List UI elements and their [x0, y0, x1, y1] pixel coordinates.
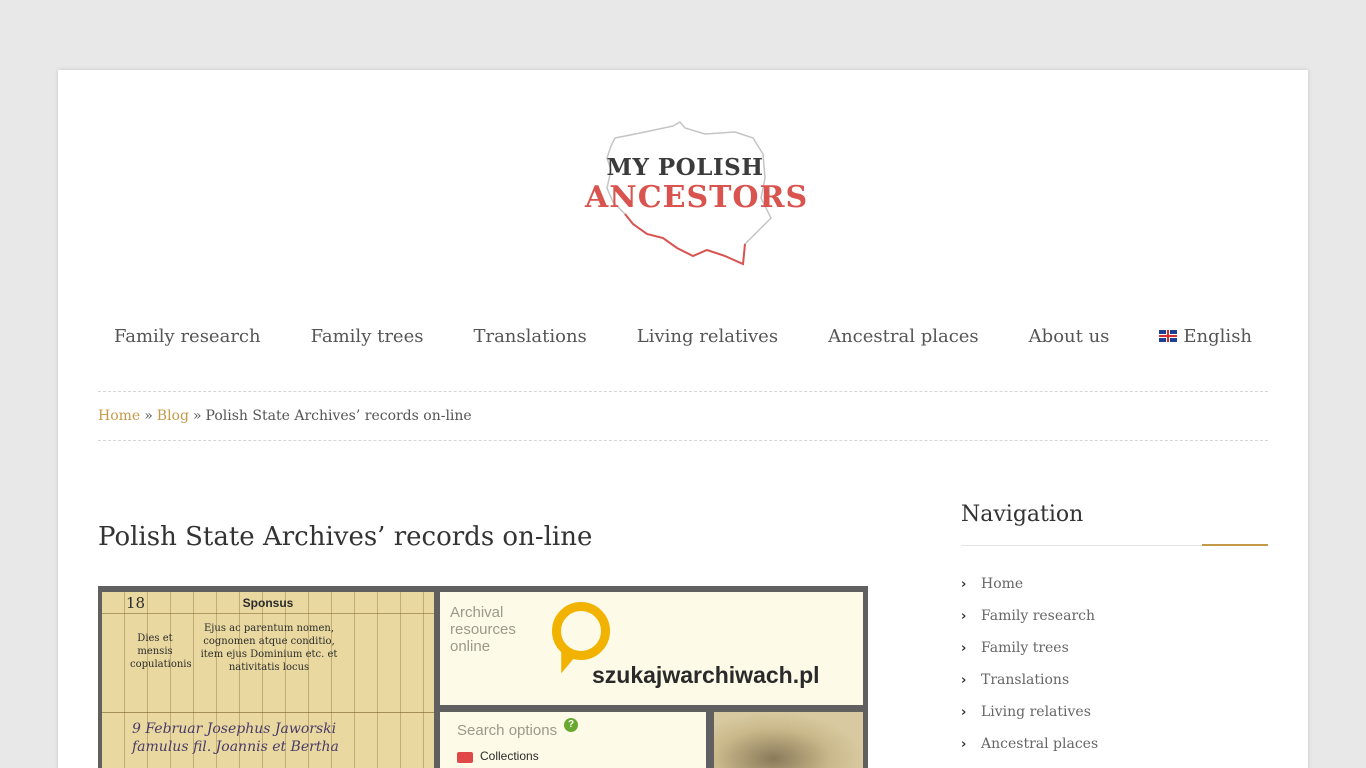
search-options-label: Search options: [457, 722, 558, 739]
breadcrumb: Home » Blog » Polish State Archives’ rec…: [98, 391, 1268, 441]
doc-divider: [102, 712, 434, 713]
search-options-panel: Search options ? Collections: [440, 712, 706, 768]
sidebar-item-label: Translations: [981, 672, 1070, 688]
chevron-right-icon: ›: [961, 736, 967, 752]
nav-item-language[interactable]: English: [1134, 326, 1277, 347]
sidebar-item-label: Living relatives: [981, 704, 1091, 720]
sidebar-nav-list: › Home › Family research › Family trees …: [961, 568, 1268, 760]
nav-item-family-research[interactable]: Family research: [89, 326, 286, 347]
uk-flag-icon: [1159, 330, 1178, 342]
sidebar-item-translations[interactable]: › Translations: [961, 664, 1268, 696]
chevron-right-icon: ›: [961, 704, 967, 720]
archive-banner: Archival resources online szukajwarchiwa…: [440, 592, 863, 705]
post-title: Polish State Archives’ records on-line: [98, 522, 593, 552]
breadcrumb-separator: »: [144, 408, 153, 424]
collections-icon: [457, 752, 473, 763]
logo-text-line2: ANCESTORS: [585, 180, 809, 215]
sidebar-item-label: Family research: [981, 608, 1096, 624]
sidebar-item-living-relatives[interactable]: › Living relatives: [961, 696, 1268, 728]
sidebar-item-ancestral-places[interactable]: › Ancestral places: [961, 728, 1268, 760]
breadcrumb-current: Polish State Archives’ records on-line: [205, 408, 472, 424]
doc-number: 18: [126, 594, 146, 612]
featured-image[interactable]: Sponsus 18 Dies et mensis copulationis E…: [98, 586, 868, 768]
site-logo[interactable]: MY POLISH ANCESTORS: [585, 118, 809, 268]
nav-item-translations[interactable]: Translations: [448, 326, 611, 347]
sidebar-item-home[interactable]: › Home: [961, 568, 1268, 600]
nav-item-living-relatives[interactable]: Living relatives: [612, 326, 803, 347]
sidebar-divider: [961, 544, 1268, 546]
sidebar-item-label: Home: [981, 576, 1024, 592]
logo-text-line1: MY POLISH: [606, 154, 764, 181]
chevron-right-icon: ›: [961, 608, 967, 624]
breadcrumb-separator: »: [192, 408, 202, 424]
chevron-right-icon: ›: [961, 672, 967, 688]
sidebar-item-label: Family trees: [981, 640, 1069, 656]
site-name: szukajwarchiwach.pl: [592, 662, 820, 688]
portrait-photo: [714, 712, 863, 768]
nav-item-family-trees[interactable]: Family trees: [286, 326, 449, 347]
collections-label: Collections: [480, 749, 539, 763]
sidebar-item-label: Ancestral places: [981, 736, 1099, 752]
main-nav: Family research Family trees Translation…: [98, 318, 1268, 354]
location-pin-icon: [552, 602, 610, 660]
doc-header: Sponsus: [102, 592, 434, 614]
sidebar: Navigation › Home › Family research › Fa…: [961, 502, 1268, 760]
language-label: English: [1183, 325, 1253, 347]
sidebar-item-family-research[interactable]: › Family research: [961, 600, 1268, 632]
breadcrumb-blog-link[interactable]: Blog: [157, 408, 189, 424]
chevron-right-icon: ›: [961, 576, 967, 592]
doc-ejus-text: Ejus ac parentum nomen, cognomen atque c…: [200, 623, 338, 673]
archival-text: Archival resources online: [450, 604, 516, 655]
breadcrumb-home-link[interactable]: Home: [98, 408, 140, 424]
sidebar-title: Navigation: [961, 502, 1084, 527]
page-container: MY POLISH ANCESTORS Family research Fami…: [58, 70, 1308, 768]
doc-handwriting: 9 Februar Josephus Jaworski famulus fil.…: [132, 721, 339, 755]
help-icon: ?: [564, 718, 578, 732]
sidebar-item-family-trees[interactable]: › Family trees: [961, 632, 1268, 664]
parish-record-image: Sponsus 18 Dies et mensis copulationis E…: [102, 592, 434, 768]
doc-dies-text: Dies et mensis copulationis: [130, 633, 192, 670]
nav-item-ancestral-places[interactable]: Ancestral places: [803, 326, 1004, 347]
chevron-right-icon: ›: [961, 640, 967, 656]
nav-item-about-us[interactable]: About us: [1004, 326, 1135, 347]
